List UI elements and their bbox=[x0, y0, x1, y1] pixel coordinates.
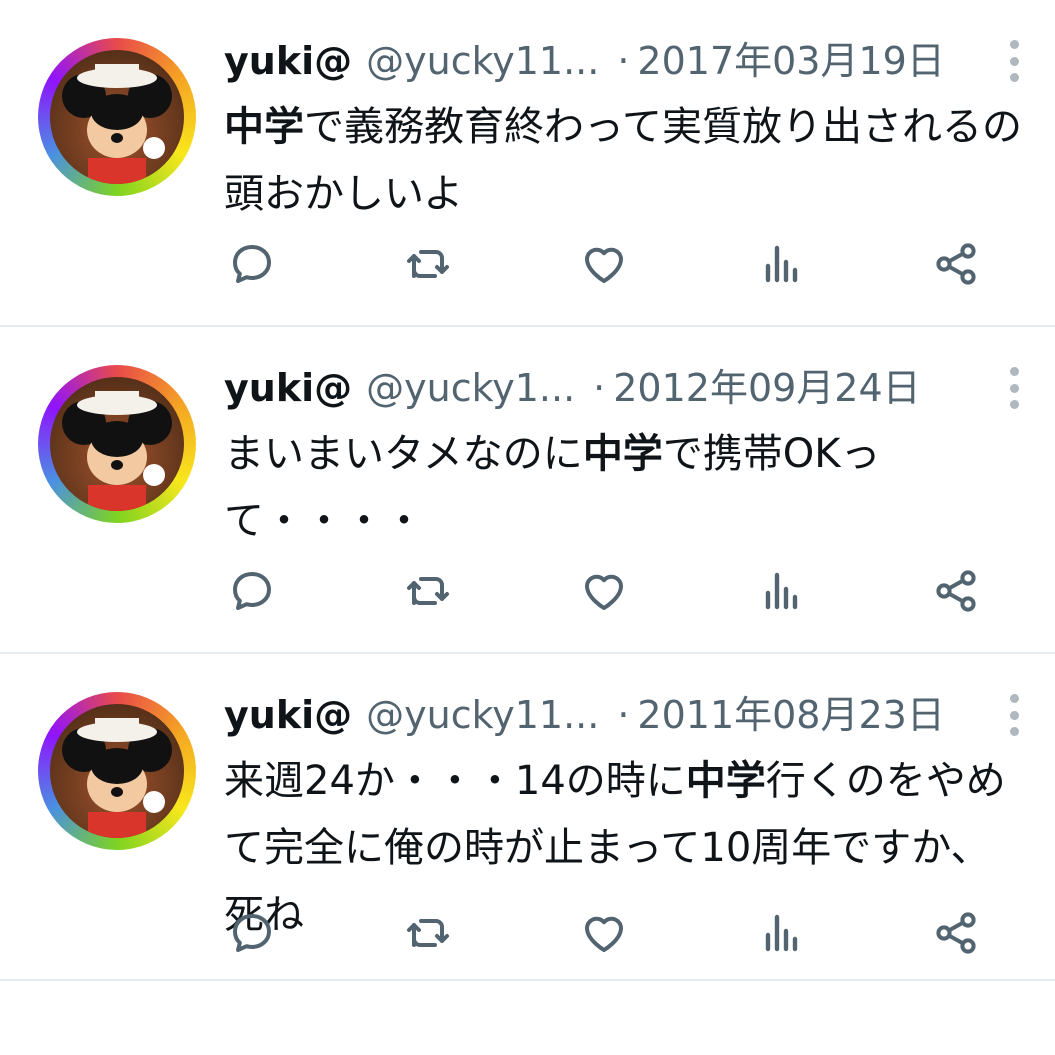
user-handle[interactable]: @yucky11... bbox=[366, 682, 599, 748]
share-icon[interactable] bbox=[932, 909, 992, 969]
tweet[interactable]: yuki@ @yucky1... · 2012年09月24日 まいまいタメなのに… bbox=[0, 327, 1055, 654]
retweet-icon[interactable] bbox=[404, 240, 464, 300]
reply-icon[interactable] bbox=[228, 240, 288, 300]
reply-icon[interactable] bbox=[228, 567, 288, 627]
reply-icon[interactable] bbox=[228, 909, 288, 969]
avatar[interactable] bbox=[38, 38, 196, 196]
separator: · bbox=[617, 693, 630, 737]
more-vertical-icon[interactable] bbox=[1009, 367, 1019, 409]
share-icon[interactable] bbox=[932, 567, 992, 627]
tweet-text-before: 来週24か・・・14の時に bbox=[224, 758, 686, 804]
tweet-text-rest: で義務教育終わって実質放り出されるの頭おかしいよ bbox=[224, 104, 1022, 217]
retweet-icon[interactable] bbox=[404, 909, 464, 969]
views-icon[interactable] bbox=[758, 909, 818, 969]
heart-icon[interactable] bbox=[580, 909, 640, 969]
more-vertical-icon[interactable] bbox=[1009, 694, 1019, 736]
tweet-text-before: まいまいタメなのに bbox=[224, 431, 583, 477]
display-name[interactable]: yuki@ bbox=[224, 28, 352, 94]
avatar[interactable] bbox=[38, 692, 196, 850]
highlight-term: 中学 bbox=[685, 758, 766, 804]
tweet-header: yuki@ @yucky1... · 2012年09月24日 bbox=[224, 355, 1024, 421]
tweet[interactable]: yuki@ @yucky11... · 2017年03月19日 中学で義務教育終… bbox=[0, 0, 1055, 327]
tweet-actions bbox=[224, 909, 984, 969]
separator: · bbox=[593, 366, 606, 410]
share-icon[interactable] bbox=[932, 240, 992, 300]
tweet-content: yuki@ @yucky1... · 2012年09月24日 まいまいタメなのに… bbox=[224, 355, 1024, 555]
tweet-date[interactable]: 2017年03月19日 bbox=[637, 28, 944, 94]
retweet-icon[interactable] bbox=[404, 567, 464, 627]
views-icon[interactable] bbox=[758, 567, 818, 627]
highlight-term: 中学 bbox=[582, 431, 663, 477]
tweet-feed: yuki@ @yucky11... · 2017年03月19日 中学で義務教育終… bbox=[0, 0, 1055, 981]
highlight-term: 中学 bbox=[224, 104, 304, 150]
views-icon[interactable] bbox=[758, 240, 818, 300]
tweet-actions bbox=[224, 240, 984, 300]
tweet[interactable]: yuki@ @yucky11... · 2011年08月23日 来週24か・・・… bbox=[0, 654, 1055, 981]
tweet-actions bbox=[224, 567, 984, 627]
avatar[interactable] bbox=[38, 365, 196, 523]
display-name[interactable]: yuki@ bbox=[224, 682, 352, 748]
more-vertical-icon[interactable] bbox=[1009, 40, 1019, 82]
tweet-text: 中学で義務教育終わって実質放り出されるの頭おかしいよ bbox=[224, 94, 1024, 228]
tweet-header: yuki@ @yucky11... · 2011年08月23日 bbox=[224, 682, 1024, 748]
tweet-date[interactable]: 2011年08月23日 bbox=[637, 682, 944, 748]
display-name[interactable]: yuki@ bbox=[224, 355, 352, 421]
user-handle[interactable]: @yucky11... bbox=[366, 28, 599, 94]
heart-icon[interactable] bbox=[580, 240, 640, 300]
separator: · bbox=[617, 39, 630, 83]
heart-icon[interactable] bbox=[580, 567, 640, 627]
user-handle[interactable]: @yucky1... bbox=[366, 355, 575, 421]
tweet-text: まいまいタメなのに中学で携帯OKって・・・・ bbox=[224, 421, 1024, 555]
tweet-date[interactable]: 2012年09月24日 bbox=[613, 355, 920, 421]
tweet-content: yuki@ @yucky11... · 2017年03月19日 中学で義務教育終… bbox=[224, 28, 1024, 228]
tweet-header: yuki@ @yucky11... · 2017年03月19日 bbox=[224, 28, 1024, 94]
